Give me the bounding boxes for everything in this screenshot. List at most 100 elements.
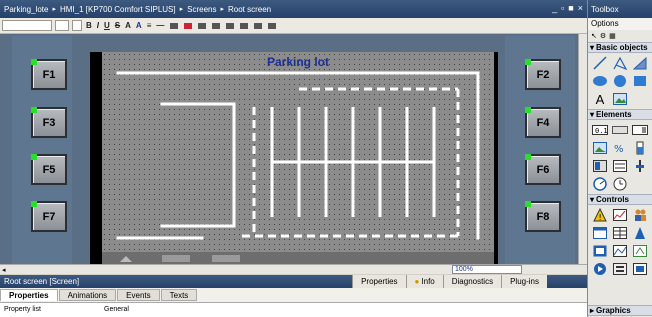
grid-icon[interactable]: ▦ xyxy=(609,32,616,40)
toolbox-title: Toolbox xyxy=(591,4,619,14)
line-tool-icon[interactable] xyxy=(591,55,609,71)
maximize-button[interactable]: ■ xyxy=(568,3,573,13)
bold-button[interactable]: B xyxy=(85,21,93,30)
trend-view-icon[interactable] xyxy=(611,207,629,223)
function-key-f5[interactable]: F5 xyxy=(31,154,67,185)
section-basic-objects[interactable]: ▾ Basic objects xyxy=(588,42,652,53)
io-field-icon[interactable]: 0.1 xyxy=(591,122,609,138)
bar-element-icon[interactable] xyxy=(631,140,649,156)
minimize-button[interactable]: _ xyxy=(552,3,557,13)
inspector-mode-tabs: Properties ● Info Diagnostics Plug-ins xyxy=(352,275,547,288)
line-style-button[interactable]: — xyxy=(155,21,165,30)
status-force-icon[interactable] xyxy=(631,225,649,241)
media-player-icon[interactable] xyxy=(591,261,609,277)
section-elements[interactable]: ▾ Elements xyxy=(588,109,652,120)
section-graphics[interactable]: ▸ Graphics xyxy=(588,305,652,316)
function-key-f6[interactable]: F6 xyxy=(525,154,561,185)
led-icon xyxy=(31,201,37,207)
gauge-element-icon[interactable] xyxy=(591,176,609,192)
subtab-animations[interactable]: Animations xyxy=(58,289,117,301)
section-graphics-label: Graphics xyxy=(596,306,631,315)
inspector-header: Root screen [Screen] Properties ● Info Di… xyxy=(0,275,587,288)
date-time-field-icon[interactable]: % xyxy=(611,140,629,156)
controls-grid: ! xyxy=(588,205,652,279)
svg-text:%: % xyxy=(614,144,624,155)
diagnostics-view-icon[interactable] xyxy=(611,243,629,259)
font-select[interactable] xyxy=(2,20,52,31)
subtab-events[interactable]: Events xyxy=(117,289,160,301)
clock-element-icon[interactable] xyxy=(611,176,629,192)
function-key-label: F3 xyxy=(42,116,56,129)
function-key-f4[interactable]: F4 xyxy=(525,107,561,138)
function-key-f7[interactable]: F7 xyxy=(31,201,67,232)
graphic-io-field-icon[interactable] xyxy=(591,140,609,156)
function-key-f1[interactable]: F1 xyxy=(31,59,67,90)
underline-button[interactable]: U xyxy=(103,21,111,30)
camera-view-icon[interactable] xyxy=(631,243,649,259)
editor-title-bar: Parking_lote ▸ HMI_1 [KP700 Comfort SIPL… xyxy=(0,0,587,18)
breadcrumb-project[interactable]: Parking_lote xyxy=(4,5,48,14)
polygon-tool-icon[interactable] xyxy=(631,55,649,71)
tab-properties[interactable]: Properties xyxy=(352,275,406,288)
switch-element-icon[interactable] xyxy=(591,158,609,174)
section-controls[interactable]: ▾ Controls xyxy=(588,194,652,205)
ellipse-tool-icon[interactable] xyxy=(591,73,609,89)
font-color-button[interactable]: A xyxy=(135,21,143,30)
recipe-view-icon[interactable] xyxy=(611,225,629,241)
chevron-down-icon: ▾ xyxy=(590,195,595,204)
pointer-icon[interactable]: ↖ xyxy=(591,32,597,40)
graphic-view-tool-icon[interactable] xyxy=(611,91,629,107)
html-browser-icon[interactable] xyxy=(591,225,609,241)
user-view-icon[interactable] xyxy=(631,207,649,223)
tool-icon[interactable]: ⚙ xyxy=(600,32,606,40)
font-size-grow-button[interactable]: A xyxy=(124,21,132,30)
restore-button[interactable]: ▫ xyxy=(561,3,564,13)
circle-tool-icon[interactable] xyxy=(611,73,629,89)
svg-text:0.1: 0.1 xyxy=(595,127,608,135)
close-button[interactable]: × xyxy=(578,3,583,13)
breadcrumb-separator-icon: ▸ xyxy=(220,6,224,13)
breadcrumb-screens[interactable]: Screens xyxy=(187,5,216,14)
toolbox-options[interactable]: Options xyxy=(588,18,652,30)
scroll-left-icon[interactable]: ◂ xyxy=(0,266,6,274)
strikethrough-button[interactable]: S xyxy=(114,21,121,30)
editor-vertical-scrollbar[interactable] xyxy=(578,34,587,267)
plc-code-viewer-icon[interactable] xyxy=(631,261,649,277)
info-icon: ● xyxy=(414,277,420,286)
symbolic-io-field-icon[interactable] xyxy=(631,122,649,138)
property-list-item[interactable]: Property list xyxy=(4,306,41,313)
screen-canvas[interactable]: Parking lot xyxy=(102,52,494,252)
chevron-down-icon: ▾ xyxy=(590,110,595,119)
sm-sheet-icon[interactable] xyxy=(591,243,609,259)
breadcrumb-device[interactable]: HMI_1 [KP700 Comfort SIPLUS] xyxy=(60,5,176,14)
size-spin[interactable] xyxy=(72,20,82,31)
button-element-icon[interactable] xyxy=(611,122,629,138)
font-size-select[interactable] xyxy=(55,20,69,31)
slider-element-icon[interactable] xyxy=(631,158,649,174)
system-diagnostics-icon[interactable] xyxy=(611,261,629,277)
polyline-tool-icon[interactable] xyxy=(611,55,629,71)
text-field-tool-icon[interactable]: A xyxy=(591,91,609,107)
align-button[interactable]: ≡ xyxy=(146,21,153,30)
tab-plug-ins[interactable]: Plug-ins xyxy=(501,275,547,288)
italic-button[interactable]: I xyxy=(96,21,100,30)
function-key-f3[interactable]: F3 xyxy=(31,107,67,138)
zoom-field[interactable]: 100% xyxy=(452,265,522,274)
alarm-view-icon[interactable]: ! xyxy=(591,207,609,223)
function-key-label: F2 xyxy=(536,68,550,81)
inspector-window: Root screen [Screen] Properties ● Info Di… xyxy=(0,275,587,317)
elements-grid: 0.1 % xyxy=(588,120,652,194)
breadcrumb-root-screen[interactable]: Root screen xyxy=(228,5,271,14)
symbol-library-icon[interactable] xyxy=(611,158,629,174)
function-key-f2[interactable]: F2 xyxy=(525,59,561,90)
led-icon xyxy=(525,107,531,113)
rectangle-tool-icon[interactable] xyxy=(631,73,649,89)
subtab-properties[interactable]: Properties xyxy=(0,289,58,301)
section-basic-objects-label: Basic objects xyxy=(596,43,648,52)
function-key-f8[interactable]: F8 xyxy=(525,201,561,232)
format-toolbar-icons[interactable] xyxy=(168,21,288,31)
tab-info[interactable]: ● Info xyxy=(405,275,443,288)
parking-layout[interactable] xyxy=(102,52,494,252)
subtab-texts[interactable]: Texts xyxy=(160,289,198,301)
tab-diagnostics[interactable]: Diagnostics xyxy=(442,275,502,288)
